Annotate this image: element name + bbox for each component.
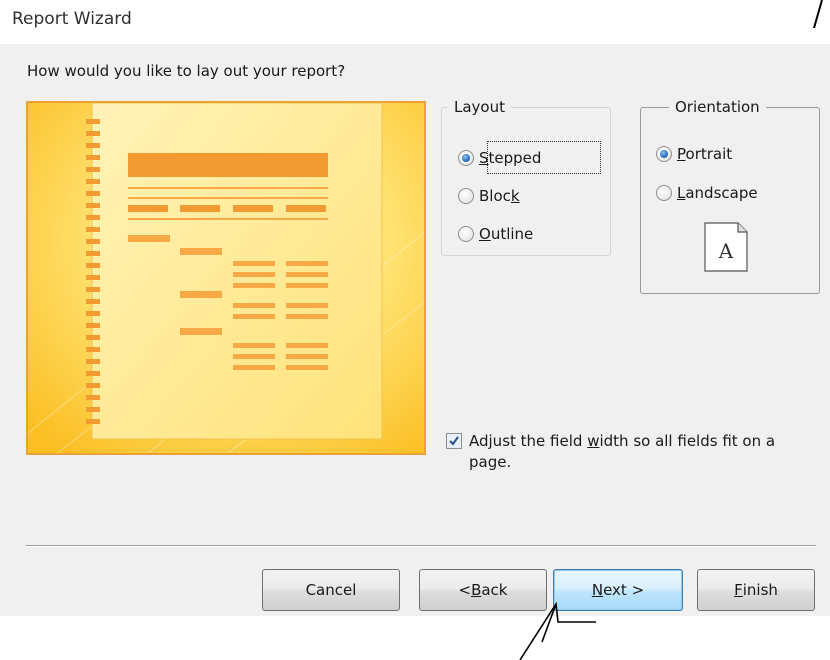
layout-legend: Layout [454,98,505,116]
pointer-arrow-icon [519,602,596,660]
layout-preview-image [26,101,426,455]
radio-button[interactable] [458,188,474,204]
report-preview-graphic [28,103,424,453]
wizard-body: How would you like to lay out your repor… [0,44,830,660]
radio-button[interactable] [656,146,672,162]
checkbox-box[interactable] [446,433,462,449]
mnemonic-letter: S [479,149,489,167]
mnemonic-letter: O [479,225,491,243]
separator [26,545,816,547]
pointer-arrow-icon [813,0,823,28]
radio-button[interactable] [458,226,474,242]
checkmark-icon [449,436,459,446]
radio-outline-label: Outline [479,225,534,243]
mnemonic-letter: L [677,184,686,202]
paper-letter: A [718,239,734,263]
radio-block[interactable]: Block [458,187,520,205]
mnemonic-letter: P [677,145,686,163]
radio-stepped[interactable]: Stepped [458,149,541,167]
adjust-field-width-label: Adjust the field width so all fields fit… [469,432,776,471]
radio-block-label: Block [479,187,520,205]
page-question: How would you like to lay out your repor… [27,62,346,80]
radio-outline[interactable]: Outline [458,225,533,243]
portrait-paper-icon: A [704,222,748,272]
adjust-field-width-checkbox[interactable]: Adjust the field width so all fields fit… [446,431,816,473]
cancel-button[interactable]: Cancel [262,569,400,611]
radio-landscape-label: Landscape [677,184,758,202]
radio-stepped-label: Stepped [479,149,542,167]
radio-portrait[interactable]: Portrait [656,145,732,163]
orientation-legend: Orientation [675,98,760,116]
report-wizard-window: Report Wizard How would you like to lay … [0,0,830,660]
title-bar: Report Wizard [0,0,830,44]
window-title: Report Wizard [12,9,132,29]
radio-button[interactable] [656,185,672,201]
mnemonic-letter: k [510,187,520,205]
radio-landscape[interactable]: Landscape [656,184,758,202]
finish-button[interactable]: Finish [697,569,815,611]
radio-portrait-label: Portrait [677,145,733,163]
radio-button[interactable] [458,150,474,166]
